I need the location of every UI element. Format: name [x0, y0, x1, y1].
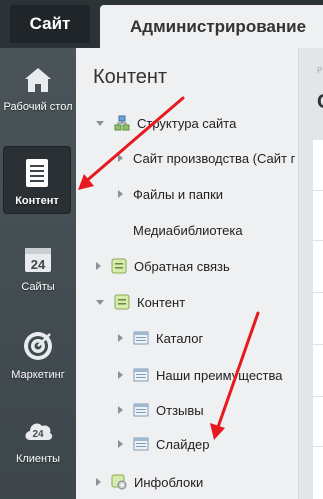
- tree-item-label: Наши преимущества: [156, 367, 283, 383]
- infoblock-type-icon: [114, 294, 130, 310]
- menu-item-label: Клиенты: [15, 453, 61, 465]
- chevron-right-icon[interactable]: [118, 154, 123, 162]
- divider: [313, 344, 323, 345]
- document-icon: [26, 159, 48, 187]
- calendar-icon: 24: [25, 248, 51, 272]
- list-icon: [133, 437, 149, 451]
- menu-item-marketing[interactable]: Маркетинг: [0, 330, 76, 382]
- tree-item-label: Структура сайта: [137, 115, 237, 131]
- divider: [313, 190, 323, 191]
- tree-item-label: Файлы и папки: [133, 186, 224, 202]
- divider: [313, 446, 323, 447]
- tree-item-slider[interactable]: Слайдер: [118, 434, 210, 454]
- main-content-edge: Р С: [298, 48, 323, 499]
- page-title-partial: С: [317, 91, 323, 114]
- svg-text:24: 24: [31, 257, 46, 272]
- content-tree-panel: Контент Структура сайта Сайт производств…: [76, 48, 298, 499]
- chevron-right-icon[interactable]: [118, 440, 123, 448]
- tree-item-content[interactable]: Контент: [96, 292, 185, 312]
- list-icon: [133, 331, 149, 345]
- structure-icon: [114, 115, 130, 131]
- tree-item-reviews[interactable]: Отзывы: [118, 400, 204, 420]
- tree-item-advantages[interactable]: Наши преимущества: [118, 365, 283, 385]
- divider: [313, 396, 323, 397]
- chevron-right-icon[interactable]: [118, 334, 123, 342]
- top-tab-bar: Сайт Администрирование: [0, 0, 323, 48]
- menu-item-label: Сайты: [21, 281, 55, 293]
- tree-item-feedback[interactable]: Обратная связь: [96, 256, 230, 276]
- tree-item-site-structure[interactable]: Структура сайта: [96, 113, 236, 133]
- panel-title: Контент: [93, 66, 168, 88]
- menu-item-clients[interactable]: 24 Клиенты: [0, 416, 76, 466]
- divider: [313, 240, 323, 241]
- list-icon: [133, 403, 149, 417]
- tree-item-label: Инфоблоки: [134, 474, 204, 490]
- chevron-right-icon[interactable]: [118, 190, 123, 198]
- breadcrumb-partial: Р: [317, 66, 323, 75]
- tree-item-production-site[interactable]: Сайт производства (Сайт г: [118, 148, 295, 168]
- chevron-right-icon[interactable]: [118, 371, 123, 379]
- tree-item-catalog[interactable]: Каталог: [118, 328, 203, 348]
- menu-item-content[interactable]: Контент: [3, 146, 71, 214]
- cloud-icon: 24: [25, 423, 53, 440]
- chevron-right-icon[interactable]: [118, 406, 123, 414]
- menu-item-label: Контент: [15, 195, 59, 207]
- target-icon: [24, 332, 52, 360]
- tree-item-label: Медиабиблиотека: [133, 222, 243, 238]
- chevron-right-icon[interactable]: [96, 262, 101, 270]
- menu-item-label: Рабочий стол: [3, 101, 73, 113]
- tab-administration[interactable]: Администрирование: [100, 5, 323, 48]
- chevron-right-icon[interactable]: [96, 478, 101, 486]
- tree-item-files-folders[interactable]: Файлы и папки: [118, 184, 223, 204]
- menu-item-label: Маркетинг: [11, 369, 65, 381]
- divider: [313, 292, 323, 293]
- list-icon: [133, 368, 149, 382]
- menu-item-sites[interactable]: 24 Сайты: [0, 244, 76, 294]
- infoblocks-gear-icon: [111, 474, 127, 490]
- chevron-down-icon[interactable]: [96, 120, 104, 126]
- tree-item-label: Сайт производства (Сайт г: [133, 150, 296, 166]
- tree-item-media-library[interactable]: Медиабиблиотека: [118, 220, 243, 240]
- home-icon: [25, 68, 51, 92]
- tree-item-infoblocks[interactable]: Инфоблоки: [96, 472, 203, 492]
- svg-text:24: 24: [32, 429, 44, 440]
- tree-item-label: Слайдер: [156, 436, 210, 452]
- infoblock-type-icon: [111, 258, 127, 274]
- left-main-menu: Рабочий стол Контент 24 Сайты Маркетинг: [0, 48, 76, 499]
- chevron-down-icon[interactable]: [96, 299, 104, 305]
- tree-item-label: Обратная связь: [134, 258, 230, 274]
- menu-item-desktop[interactable]: Рабочий стол: [0, 66, 76, 114]
- tree-item-label: Каталог: [156, 330, 204, 346]
- tree-item-label: Контент: [137, 294, 186, 310]
- tab-site[interactable]: Сайт: [10, 5, 90, 43]
- tree-item-label: Отзывы: [156, 402, 204, 418]
